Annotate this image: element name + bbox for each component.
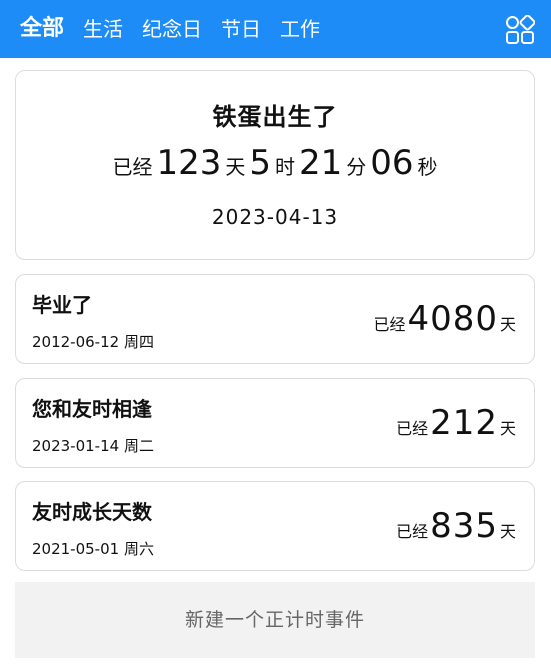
event-list: 铁蛋出生了 已经 123 天 5 时 21 分 06 秒 2023-04-13 …: [0, 58, 551, 667]
event-count-unit: 天: [499, 522, 516, 541]
featured-event-card[interactable]: 铁蛋出生了 已经 123 天 5 时 21 分 06 秒 2023-04-13: [15, 70, 535, 260]
event-count-prefix: 已经: [373, 315, 406, 334]
event-card[interactable]: 您和友时相逢 2023-01-14 周二 已经 212 天: [15, 378, 535, 468]
counter-days: 123: [156, 143, 222, 183]
event-count-unit: 天: [499, 419, 516, 438]
event-date: 2012-06-12 周四: [32, 333, 154, 351]
tab-holiday[interactable]: 节日: [221, 0, 261, 58]
top-bar: 全部 生活 纪念日 节日 工作: [0, 0, 551, 58]
tab-anniversary[interactable]: 纪念日: [142, 0, 202, 58]
event-count-prefix: 已经: [396, 522, 429, 541]
counter-days-unit: 天: [225, 155, 246, 179]
event-count-value: 212: [430, 403, 498, 443]
new-event-button[interactable]: 新建一个正计时事件: [15, 582, 535, 658]
event-count-value: 4080: [407, 299, 498, 339]
counter-prefix: 已经: [112, 155, 153, 179]
grid-icon[interactable]: [505, 15, 535, 45]
counter-minutes-unit: 分: [346, 155, 367, 179]
event-date: 2023-01-14 周二: [32, 437, 154, 455]
counter-seconds: 06: [370, 143, 414, 183]
event-day-count: 已经 212 天: [396, 403, 516, 443]
event-date: 2021-05-01 周六: [32, 540, 154, 558]
counter-minutes: 21: [299, 143, 343, 183]
event-day-count: 已经 4080 天: [373, 299, 516, 339]
tab-work[interactable]: 工作: [280, 0, 320, 58]
event-title: 您和友时相逢: [32, 397, 152, 421]
event-day-count: 已经 835 天: [396, 506, 516, 546]
counter-hours-unit: 时: [275, 155, 295, 179]
featured-event-title: 铁蛋出生了: [212, 103, 338, 131]
event-title: 毕业了: [32, 293, 92, 317]
featured-event-counter: 已经 123 天 5 时 21 分 06 秒: [16, 143, 534, 183]
event-count-unit: 天: [499, 315, 516, 334]
event-card[interactable]: 毕业了 2012-06-12 周四 已经 4080 天: [15, 274, 535, 364]
event-card[interactable]: 友时成长天数 2021-05-01 周六 已经 835 天: [15, 481, 535, 571]
tab-life[interactable]: 生活: [83, 0, 123, 58]
featured-event-date: 2023-04-13: [211, 205, 339, 229]
tab-all[interactable]: 全部: [20, 0, 64, 58]
event-count-value: 835: [430, 506, 498, 546]
event-title: 友时成长天数: [32, 500, 152, 524]
counter-seconds-unit: 秒: [417, 155, 438, 179]
event-count-prefix: 已经: [396, 419, 429, 438]
counter-hours: 5: [249, 143, 271, 183]
